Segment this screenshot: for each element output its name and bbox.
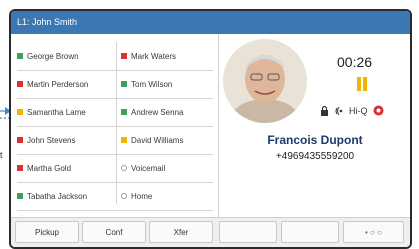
presence-indicator-icon: [17, 81, 23, 87]
blf-key[interactable]: Andrew Senna: [121, 98, 183, 126]
record-icon: [373, 105, 383, 116]
row-divider: [17, 98, 213, 99]
softkey-bar: Pickup Conf Xfer • ○ ○: [11, 217, 410, 247]
presence-indicator-icon: [17, 109, 23, 115]
home-indicator-icon: [121, 193, 127, 199]
blf-label: Andrew Senna: [131, 107, 184, 117]
xfer-softkey[interactable]: Xfer: [149, 221, 213, 243]
conf-softkey[interactable]: Conf: [82, 221, 146, 243]
presence-indicator-icon: [121, 53, 127, 59]
blf-label: Martin Perderson: [27, 79, 89, 89]
blf-key-panel: George Brown Martin Perderson Samantha L…: [11, 34, 218, 225]
blf-key[interactable]: Tabatha Jackson: [17, 182, 87, 210]
blf-label: Samantha Lame: [27, 107, 86, 117]
blf-key-home[interactable]: Home: [121, 182, 152, 210]
blf-key[interactable]: Martin Perderson: [17, 70, 88, 98]
empty-softkey[interactable]: [281, 221, 339, 243]
empty-softkey[interactable]: [219, 221, 277, 243]
row-divider: [17, 126, 213, 127]
presence-indicator-icon: [17, 193, 23, 199]
presence-indicator-icon: [121, 109, 127, 115]
blf-label: Home: [131, 191, 153, 201]
hiq-label: Hi-Q: [349, 105, 368, 116]
blf-key[interactable]: Martha Gold: [17, 154, 71, 182]
blf-label: David Williams: [131, 135, 184, 145]
pause-icon: [355, 77, 369, 91]
annotation-text: t: [0, 150, 3, 160]
active-call-panel: 00:26 Hi-Q Francois Dupont +496943555920…: [218, 34, 410, 217]
blf-label: John Stevens: [27, 135, 76, 145]
call-status-icons: Hi-Q: [320, 105, 384, 116]
caller-avatar: [223, 39, 307, 123]
blf-label: Tom Wilson: [131, 79, 173, 89]
softkey-page-indicator: • ○ ○: [365, 228, 382, 237]
hd-audio-icon: [335, 106, 343, 115]
call-timer: 00:26: [337, 54, 373, 70]
blf-label: Voicemail: [131, 163, 166, 173]
blf-key[interactable]: Samantha Lame: [17, 98, 86, 126]
pickup-softkey[interactable]: Pickup: [15, 221, 79, 243]
page-softkey[interactable]: • ○ ○: [343, 221, 404, 243]
presence-indicator-icon: [17, 137, 23, 143]
presence-indicator-icon: [17, 165, 23, 171]
row-divider: [17, 154, 213, 155]
row-divider: [17, 210, 213, 211]
blf-key[interactable]: John Stevens: [17, 126, 75, 154]
presence-indicator-icon: [121, 81, 127, 87]
lock-icon: [321, 105, 328, 116]
blf-key[interactable]: David Williams: [121, 126, 183, 154]
blf-column-divider: [116, 42, 117, 204]
presence-indicator-icon: [121, 137, 127, 143]
blf-label: Tabatha Jackson: [27, 191, 88, 201]
phone-display: L1: John Smith George Brown Martin Perde…: [9, 9, 412, 249]
blf-key[interactable]: George Brown: [17, 42, 79, 70]
blf-key[interactable]: Mark Waters: [121, 42, 176, 70]
blf-label: George Brown: [27, 51, 79, 61]
blf-key[interactable]: Tom Wilson: [121, 70, 172, 98]
blf-label: Martha Gold: [27, 163, 72, 173]
presence-indicator-icon: [17, 53, 23, 59]
blf-key-voicemail[interactable]: Voicemail: [121, 154, 165, 182]
row-divider: [17, 70, 213, 71]
caller-number: +4969435559200: [275, 151, 355, 162]
line-title-bar: L1: John Smith: [11, 11, 410, 34]
caller-name: Francois Dupont: [267, 133, 363, 147]
voicemail-indicator-icon: [121, 165, 127, 171]
row-divider: [17, 182, 213, 183]
blf-label: Mark Waters: [131, 51, 177, 61]
